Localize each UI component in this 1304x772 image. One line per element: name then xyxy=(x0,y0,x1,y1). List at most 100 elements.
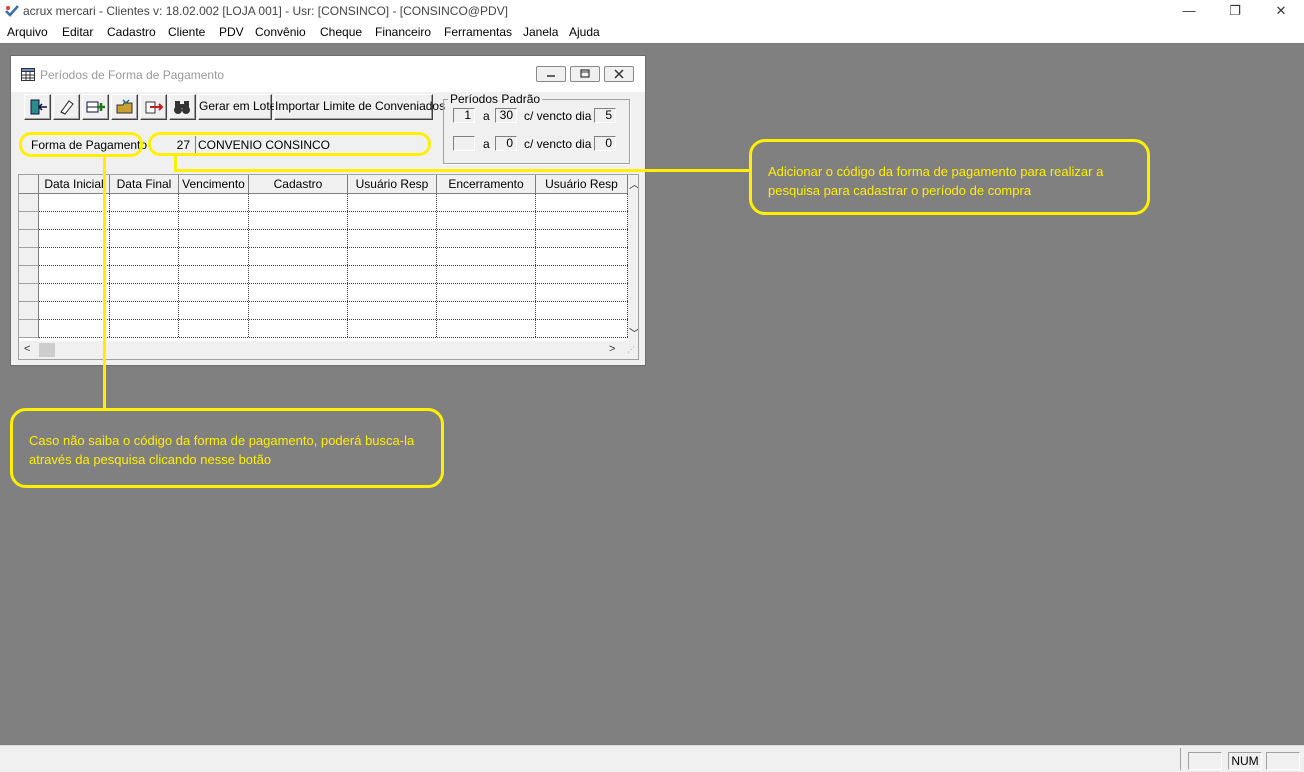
table-cell[interactable] xyxy=(179,266,249,283)
menu-janela[interactable]: Janela xyxy=(523,25,558,39)
table-cell[interactable] xyxy=(110,284,179,301)
table-cell[interactable] xyxy=(536,194,628,211)
col-usuario-resp-2[interactable]: Usuário Resp xyxy=(536,175,628,193)
menu-cheque[interactable]: Cheque xyxy=(320,25,362,39)
table-cell[interactable] xyxy=(39,212,110,229)
table-cell[interactable] xyxy=(39,320,110,337)
add-button[interactable] xyxy=(82,94,109,120)
grid-horizontal-scrollbar[interactable]: < > ⋰ xyxy=(19,341,638,359)
table-cell[interactable] xyxy=(179,194,249,211)
minimize-button[interactable]: — xyxy=(1166,0,1212,22)
periodo2-to-field[interactable]: 0 xyxy=(495,136,517,151)
row-indicator[interactable] xyxy=(19,320,39,338)
table-cell[interactable] xyxy=(536,212,628,229)
table-cell[interactable] xyxy=(348,302,437,319)
table-cell[interactable] xyxy=(437,302,536,319)
table-cell[interactable] xyxy=(249,284,348,301)
table-cell[interactable] xyxy=(249,266,348,283)
table-cell[interactable] xyxy=(39,194,110,211)
table-cell[interactable] xyxy=(536,266,628,283)
menu-editar[interactable]: Editar xyxy=(62,25,93,39)
table-cell[interactable] xyxy=(110,320,179,337)
periodo1-to-field[interactable]: 30 xyxy=(495,108,517,123)
row-indicator[interactable] xyxy=(19,284,39,302)
periodo1-dia-field[interactable]: 5 xyxy=(594,108,616,123)
row-indicator[interactable] xyxy=(19,248,39,266)
export-button[interactable] xyxy=(140,94,167,120)
table-cell[interactable] xyxy=(437,212,536,229)
table-cell[interactable] xyxy=(348,212,437,229)
periodo1-from-field[interactable]: 1 xyxy=(453,108,475,123)
table-cell[interactable] xyxy=(348,194,437,211)
table-cell[interactable] xyxy=(437,266,536,283)
table-cell[interactable] xyxy=(39,302,110,319)
table-cell[interactable] xyxy=(179,320,249,337)
table-cell[interactable] xyxy=(110,212,179,229)
menu-ajuda[interactable]: Ajuda xyxy=(569,25,600,39)
table-row[interactable] xyxy=(39,230,628,248)
col-usuario-resp[interactable]: Usuário Resp xyxy=(348,175,437,193)
table-cell[interactable] xyxy=(39,248,110,265)
menu-financeiro[interactable]: Financeiro xyxy=(375,25,431,39)
col-data-final[interactable]: Data Final xyxy=(110,175,179,193)
table-cell[interactable] xyxy=(536,302,628,319)
table-cell[interactable] xyxy=(249,302,348,319)
table-cell[interactable] xyxy=(179,302,249,319)
table-row[interactable] xyxy=(39,248,628,266)
table-cell[interactable] xyxy=(179,248,249,265)
menu-cadastro[interactable]: Cadastro xyxy=(107,25,156,39)
periodos-grid[interactable]: Data Inicial Data Final Vencimento Cadas… xyxy=(18,174,639,360)
gerar-em-lote-button[interactable]: Gerar em Lote xyxy=(198,94,276,120)
table-cell[interactable] xyxy=(437,284,536,301)
table-cell[interactable] xyxy=(39,266,110,283)
table-cell[interactable] xyxy=(437,320,536,337)
row-indicator[interactable] xyxy=(19,230,39,248)
menu-pdv[interactable]: PDV xyxy=(219,25,244,39)
importar-limite-button[interactable]: Importar Limite de Conveniados xyxy=(274,94,445,120)
col-encerramento[interactable]: Encerramento xyxy=(437,175,536,193)
table-row[interactable] xyxy=(39,320,628,338)
row-indicator[interactable] xyxy=(19,194,39,212)
table-cell[interactable] xyxy=(110,266,179,283)
menu-cliente[interactable]: Cliente xyxy=(168,25,205,39)
row-indicator[interactable] xyxy=(19,266,39,284)
table-cell[interactable] xyxy=(39,284,110,301)
close-button[interactable]: ✕ xyxy=(1258,0,1304,22)
table-cell[interactable] xyxy=(437,248,536,265)
table-cell[interactable] xyxy=(249,248,348,265)
table-row[interactable] xyxy=(39,302,628,320)
eraser-button[interactable] xyxy=(53,94,80,120)
scroll-right-icon[interactable]: > xyxy=(609,343,615,355)
child-minimize-button[interactable] xyxy=(536,66,566,82)
periodo2-from-field[interactable] xyxy=(453,136,475,151)
scroll-left-icon[interactable]: < xyxy=(24,343,30,355)
table-cell[interactable] xyxy=(179,212,249,229)
menu-ferramentas[interactable]: Ferramentas xyxy=(444,25,512,39)
grid-vertical-scrollbar[interactable]: ︿ ﹀ xyxy=(628,175,638,341)
search-button[interactable] xyxy=(169,94,196,120)
menu-convenio[interactable]: Convênio xyxy=(255,25,306,39)
table-cell[interactable] xyxy=(536,284,628,301)
row-indicator[interactable] xyxy=(19,302,39,320)
horizontal-scroll-thumb[interactable] xyxy=(39,343,55,357)
periodo2-dia-field[interactable]: 0 xyxy=(594,136,616,151)
scroll-down-icon[interactable]: ﹀ xyxy=(629,325,638,341)
col-vencimento[interactable]: Vencimento xyxy=(179,175,249,193)
row-indicator[interactable] xyxy=(19,212,39,230)
table-cell[interactable] xyxy=(249,194,348,211)
scroll-up-icon[interactable]: ︿ xyxy=(629,176,638,192)
table-cell[interactable] xyxy=(536,248,628,265)
table-cell[interactable] xyxy=(110,302,179,319)
table-cell[interactable] xyxy=(179,284,249,301)
table-row[interactable] xyxy=(39,212,628,230)
table-cell[interactable] xyxy=(437,230,536,247)
table-cell[interactable] xyxy=(110,230,179,247)
table-cell[interactable] xyxy=(249,230,348,247)
child-close-button[interactable] xyxy=(604,66,634,82)
table-cell[interactable] xyxy=(39,230,110,247)
table-cell[interactable] xyxy=(348,230,437,247)
table-cell[interactable] xyxy=(249,320,348,337)
col-cadastro[interactable]: Cadastro xyxy=(249,175,348,193)
table-cell[interactable] xyxy=(348,320,437,337)
table-cell[interactable] xyxy=(536,320,628,337)
